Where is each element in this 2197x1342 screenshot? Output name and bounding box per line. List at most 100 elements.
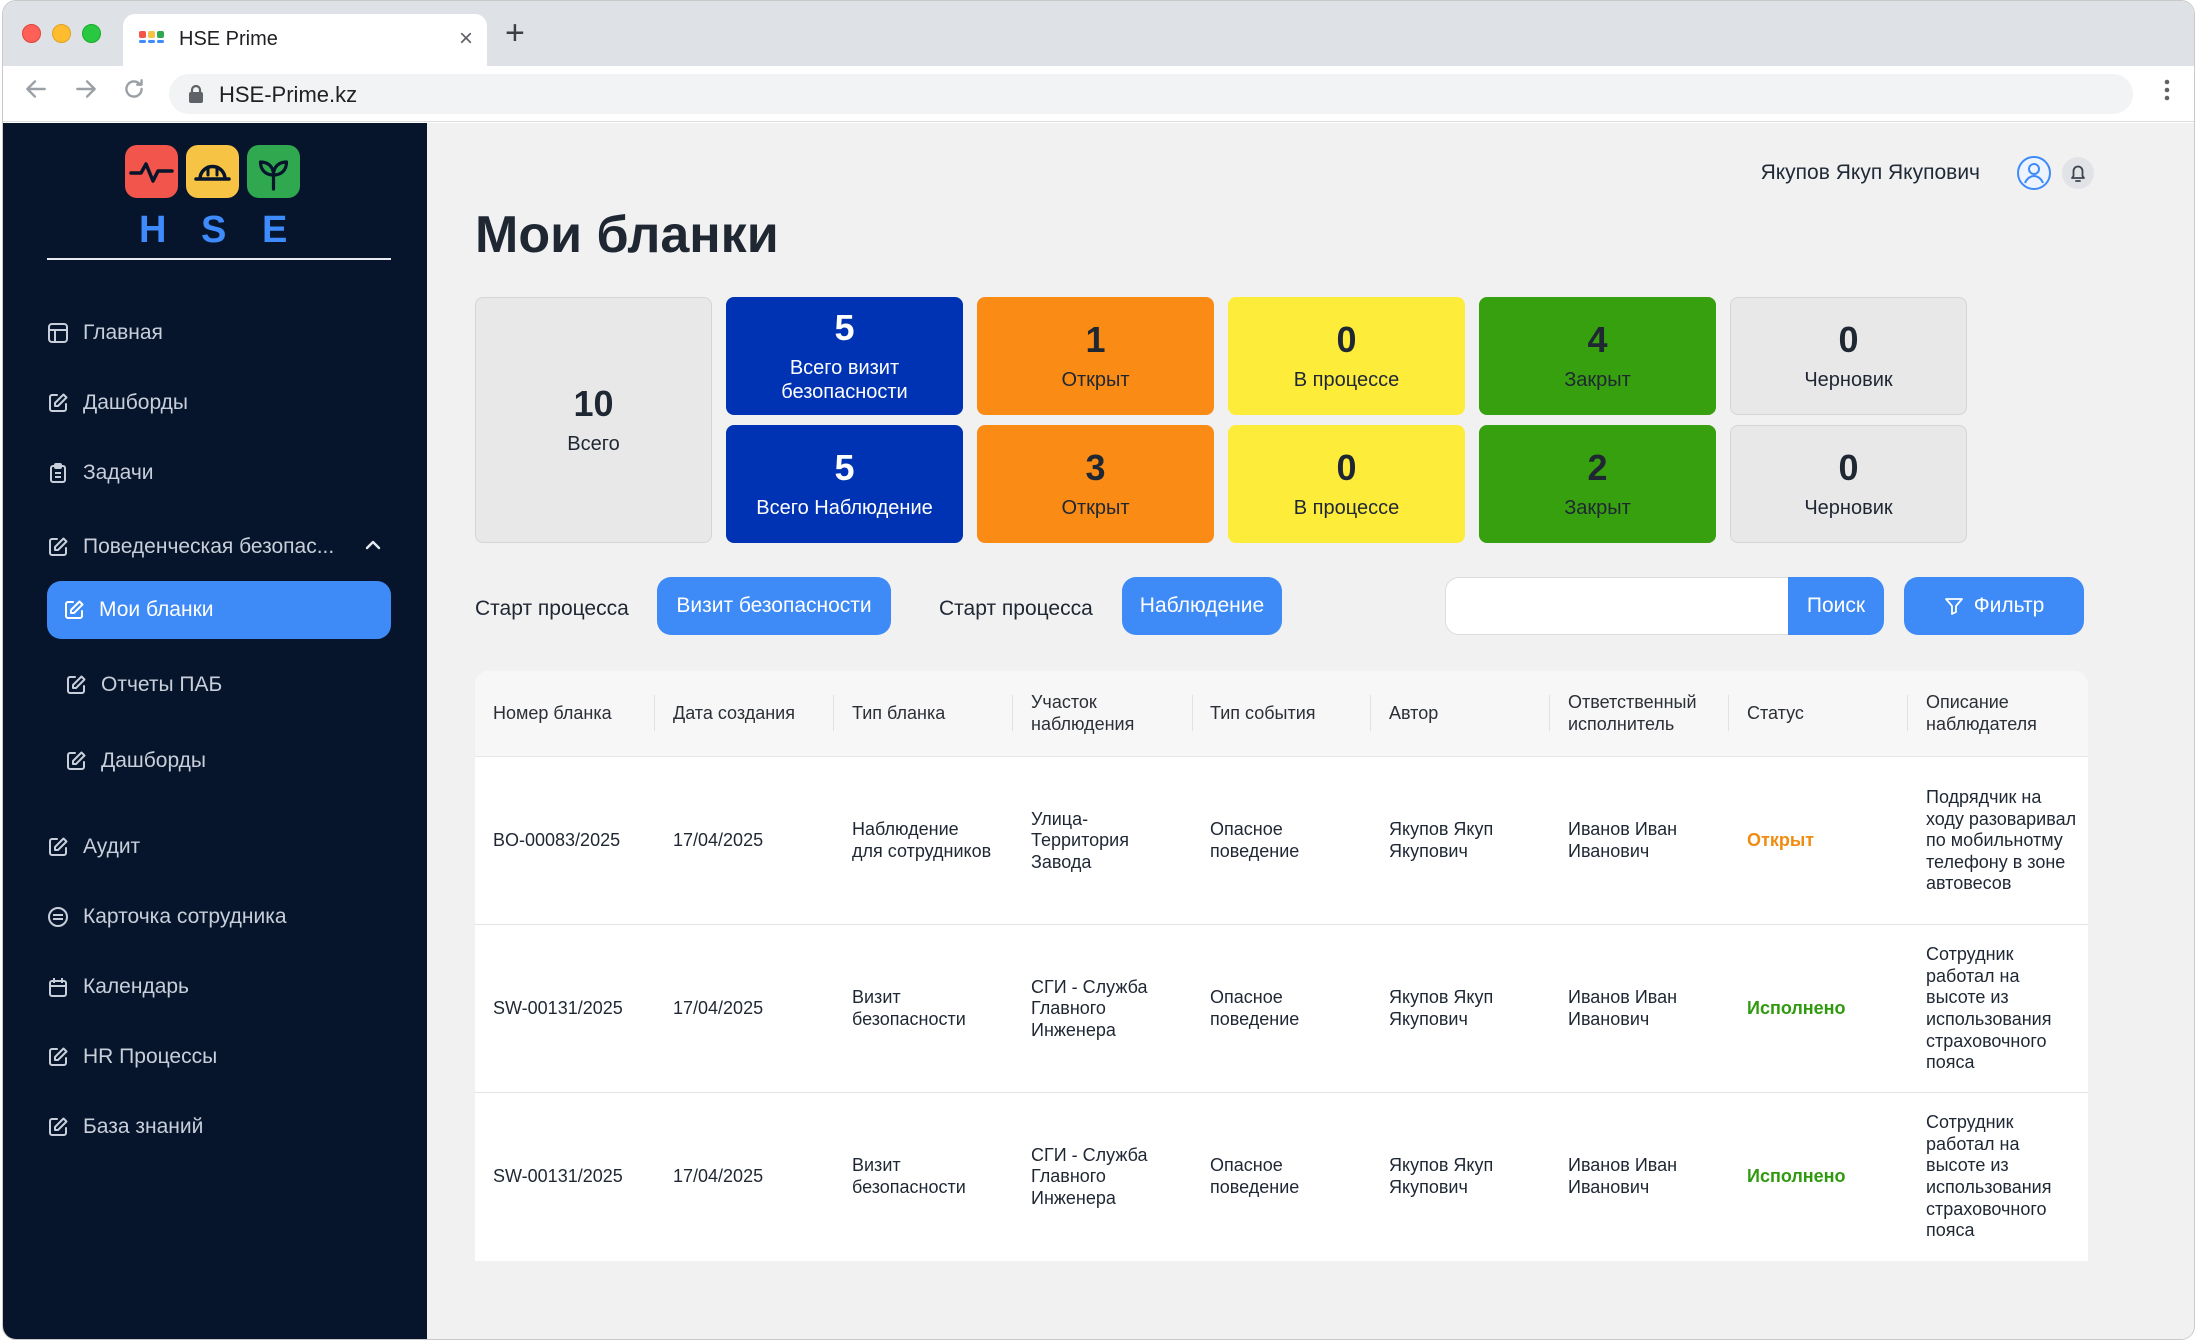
tab-bar: HSE Prime × + (3, 1, 2194, 66)
table-row[interactable]: SW-00131/2025 17/04/2025 Визит безопасно… (475, 1093, 2088, 1261)
logo-letter-s: S (201, 209, 227, 251)
column-header[interactable]: Статус (1729, 671, 1908, 757)
sidebar-item-label: Главная (83, 321, 163, 344)
start-process-label: Старт процесса (475, 597, 629, 620)
stat-value: 1 (1085, 319, 1106, 361)
cell-event-type: Опасное поведение (1210, 987, 1300, 1029)
edit-icon (49, 393, 68, 412)
cell-assignee: Иванов Иван Иванович (1568, 819, 1678, 861)
sidebar-item-home[interactable]: Главная (47, 313, 391, 353)
tab-title: HSE Prime (179, 28, 278, 50)
reload-icon[interactable] (121, 76, 147, 107)
tab-close-icon[interactable]: × (459, 25, 473, 53)
column-header[interactable]: Дата создания (655, 671, 834, 757)
column-header[interactable]: Тип бланка (834, 671, 1013, 757)
sidebar-item-behavioral-safety[interactable]: Поведенческая безопас... (47, 527, 391, 567)
stat-tile-observation-draft[interactable]: 0 Черновик (1730, 425, 1967, 543)
start-observation-button[interactable]: Наблюдение (1122, 577, 1282, 635)
stat-value: 4 (1587, 319, 1608, 361)
sidebar-item-tasks[interactable]: Задачи (47, 453, 391, 493)
close-window-button[interactable] (22, 24, 41, 43)
back-icon[interactable] (23, 76, 49, 107)
stat-tile-visit-open[interactable]: 1 Открыт (977, 297, 1214, 415)
clipboard-icon (50, 463, 66, 483)
logo-letter-e: E (262, 209, 288, 251)
stat-label: Черновик (1804, 368, 1893, 391)
layout-icon (48, 323, 68, 343)
stat-tile-observation-open[interactable]: 3 Открыт (977, 425, 1214, 543)
browser-menu-icon[interactable] (2164, 78, 2170, 106)
hse-logo[interactable]: H S E (125, 145, 307, 253)
favicon-icon (139, 31, 165, 49)
stat-value: 10 (573, 383, 614, 425)
column-header[interactable]: Тип события (1192, 671, 1371, 757)
search-input[interactable] (1445, 577, 1790, 635)
column-header[interactable]: Участок наблюдения (1013, 671, 1183, 757)
cell-form-number: BO-00083/2025 (493, 830, 621, 851)
stat-tile-visit-closed[interactable]: 4 Закрыт (1479, 297, 1716, 415)
stat-value: 5 (834, 307, 855, 349)
stat-tile-visit-draft[interactable]: 0 Черновик (1730, 297, 1967, 415)
filter-button[interactable]: Фильтр (1904, 577, 2084, 635)
user-name[interactable]: Якупов Якуп Якупович (1761, 161, 1980, 185)
sidebar-item-dashboards[interactable]: Дашборды (47, 383, 391, 423)
table-row[interactable]: SW-00131/2025 17/04/2025 Визит безопасно… (475, 925, 2088, 1093)
stat-value: 0 (1838, 319, 1859, 361)
column-header[interactable]: Описание наблюдателя (1908, 671, 2078, 757)
stat-label: Всего визит безопасности (781, 356, 908, 403)
sidebar-item-sub-dashboards[interactable]: Дашборды (65, 741, 385, 781)
column-header[interactable]: Автор (1371, 671, 1550, 757)
status-badge: Открыт (1747, 830, 1815, 851)
edit-icon (67, 751, 86, 770)
sidebar-item-label: База знаний (83, 1115, 204, 1138)
stat-tile-total[interactable]: 10 Всего (475, 297, 712, 543)
stat-tile-total-safety-visits[interactable]: 5 Всего визит безопасности (726, 297, 963, 415)
sidebar-item-label: Дашборды (83, 391, 188, 414)
cell-event-type: Опасное поведение (1210, 1155, 1300, 1197)
stat-tile-observation-closed[interactable]: 2 Закрыт (1479, 425, 1716, 543)
sidebar-item-calendar[interactable]: Календарь (47, 967, 391, 1007)
stat-tile-total-observations[interactable]: 5 Всего Наблюдение (726, 425, 963, 543)
column-header[interactable]: Номер бланка (475, 671, 655, 757)
sidebar-item-label: Задачи (83, 461, 154, 484)
stat-tile-observation-in-progress[interactable]: 0 В процессе (1228, 425, 1465, 543)
sidebar-item-pab-reports[interactable]: Отчеты ПАБ (65, 665, 385, 705)
forward-icon[interactable] (73, 76, 99, 107)
stat-tile-visit-in-progress[interactable]: 0 В процессе (1228, 297, 1465, 415)
cell-observer-description: Подрядчик на ходу разоваривал по мобильн… (1926, 787, 2077, 894)
table-row[interactable]: BO-00083/2025 17/04/2025 Наблюдение для … (475, 757, 2088, 925)
page-title: Мои бланки (475, 206, 779, 264)
user-icon[interactable] (2016, 155, 2052, 191)
sidebar-item-audit[interactable]: Аудит (47, 827, 391, 867)
sidebar-item-label: Отчеты ПАБ (101, 673, 223, 696)
stat-label: Черновик (1804, 496, 1893, 519)
sidebar-item-label: HR Процессы (83, 1045, 218, 1068)
cell-assignee: Иванов Иван Иванович (1568, 987, 1678, 1029)
cell-observation-area: СГИ - Служба Главного Инженера (1031, 976, 1148, 1040)
badge-icon (48, 907, 68, 927)
bell-icon[interactable] (2060, 155, 2096, 191)
sidebar-item-my-forms[interactable]: Мои бланки (47, 581, 391, 639)
url-field[interactable]: HSE-Prime.kz (169, 74, 2133, 114)
sidebar-item-hr-processes[interactable]: HR Процессы (47, 1037, 391, 1077)
cell-observer-description: Сотрудник работал на высоте из использов… (1926, 1112, 2052, 1241)
cell-form-type: Наблюдение для сотрудников (852, 819, 992, 861)
new-tab-button[interactable]: + (505, 16, 525, 50)
stat-label: Закрыт (1564, 496, 1631, 519)
cell-form-number: SW-00131/2025 (493, 1166, 623, 1187)
edit-icon (49, 1117, 68, 1136)
lock-icon (187, 84, 205, 104)
edit-icon (49, 1047, 68, 1066)
sidebar-item-employee-card[interactable]: Карточка сотрудника (47, 897, 391, 937)
start-safety-visit-button[interactable]: Визит безопасности (657, 577, 891, 635)
column-header[interactable]: Ответственный исполнитель (1550, 671, 1730, 757)
minimize-window-button[interactable] (52, 24, 71, 43)
chevron-up-icon[interactable] (363, 535, 383, 555)
table-header: Номер бланка Дата создания Тип бланка Уч… (475, 671, 2088, 757)
cell-assignee: Иванов Иван Иванович (1568, 1155, 1678, 1197)
maximize-window-button[interactable] (82, 24, 101, 43)
search-button[interactable]: Поиск (1788, 577, 1884, 635)
sidebar-item-label: Дашборды (101, 749, 206, 772)
browser-tab[interactable]: HSE Prime × (123, 14, 487, 66)
sidebar-item-knowledge-base[interactable]: База знаний (47, 1107, 391, 1147)
